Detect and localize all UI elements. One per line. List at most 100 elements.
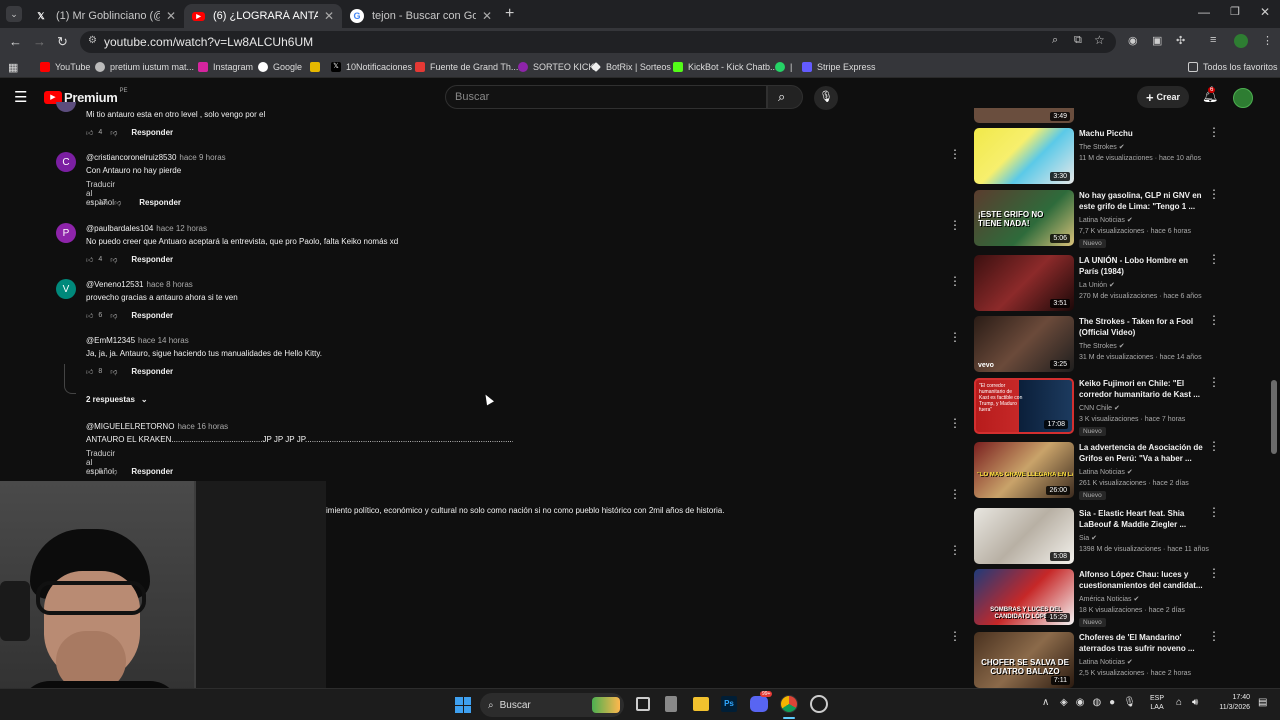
close-window-icon[interactable]: ✕ [1260,5,1270,19]
replies-toggle[interactable]: 2 respuestas ⌄ [86,395,148,404]
video-thumbnail[interactable]: 5:08 [974,508,1074,564]
recommendation-item[interactable]: 5:08 Sia - Elastic Heart feat. Shia LaBe… [974,506,1220,566]
recommendation-partial[interactable]: 3:49 [974,108,1074,123]
comment-author[interactable]: @Veneno12531 hace 8 horas [86,280,193,289]
extension-icon[interactable]: ▣ [1152,34,1162,47]
recommendation-item[interactable]: vevo 3:25 The Strokes - Taken for a Fool… [974,314,1220,374]
comment-author[interactable]: @paulbardales104 hace 12 horas [86,224,207,233]
video-thumbnail[interactable]: vevo 3:25 [974,316,1074,372]
chrome-icon[interactable] [780,695,798,713]
recommendation-item[interactable]: ¡ESTE GRIFO NO TIENE NADA! 5:06 No hay g… [974,188,1220,248]
microphone-icon[interactable]: 🎙︎ [1123,697,1136,711]
reply-button[interactable]: Responder [131,255,173,264]
bookmark-botrix[interactable]: BotRix | Sorteos [591,60,671,74]
recommendation-item[interactable]: 3:30 Machu Picchu The Strokes ✔︎ 11 M de… [974,126,1220,186]
volume-icon[interactable]: 🔊︎ [1192,697,1198,708]
dislike-icon[interactable]: 👎︎ [110,255,117,264]
address-bar[interactable]: ⚙ youtube.com/watch?v=Lw8ALCUh6UM ⌕ ⧉ ☆ [80,31,1116,53]
reply-button[interactable]: Responder [131,467,173,476]
file-explorer-icon[interactable] [693,697,709,711]
app-icon[interactable] [665,696,677,712]
channel-name[interactable]: CNN Chile ✔︎ [1079,404,1120,412]
tray-chevron-icon[interactable]: ∧ [1042,697,1049,708]
start-windows-icon[interactable] [455,697,471,713]
voice-search-icon[interactable]: 🎙︎ [814,86,838,110]
comment-menu-icon[interactable]: ⋮ [949,275,961,287]
channel-name[interactable]: Sia ✔︎ [1079,534,1097,542]
video-thumbnail[interactable]: SOMBRAS Y LUCES DEL CANDIDATO LÓPEZ C 15… [974,569,1074,625]
account-avatar[interactable] [1233,88,1253,108]
avatar[interactable]: V [56,279,76,299]
search-button[interactable]: ⌕ [767,85,803,109]
apps-grid-icon[interactable]: ▦ [8,60,18,74]
video-thumbnail[interactable]: ¡ESTE GRIFO NO TIENE NADA! 5:06 [974,190,1074,246]
back-icon[interactable]: ← [9,34,22,49]
recommendation-item[interactable]: "LO MAS GRAVE LLEGARA EN LAS PRÓXIMAS SE… [974,440,1220,500]
app-icon[interactable] [810,695,828,713]
like-icon[interactable]: 👍︎ [86,311,93,320]
tray-app-icon[interactable]: ◈ [1060,697,1068,711]
search-input[interactable]: Buscar [445,85,767,109]
language-indicator[interactable]: ESP LAA [1150,694,1164,712]
channel-name[interactable]: Latina Noticias ✔︎ [1079,468,1133,476]
recommendation-item[interactable]: CHOFER SE SALVA DE CUATRO BALAZO 7:11 Ch… [974,630,1220,690]
notification-center-icon[interactable]: ▤ [1258,697,1267,708]
close-tab-icon[interactable]: ✕ [482,9,492,23]
bookmark-google[interactable]: Google [258,60,302,74]
site-info-icon[interactable]: ⚙ [88,35,97,46]
page-scrollbar[interactable] [1271,380,1277,454]
new-tab-button[interactable]: + [505,5,514,23]
video-menu-icon[interactable]: ⋮ [1208,188,1220,200]
profile-avatar[interactable] [1234,34,1248,48]
reply-button[interactable]: Responder [131,311,173,320]
clock[interactable]: 17:40 11/3/2026 [1212,693,1250,713]
video-title[interactable]: La advertencia de Asociación de Grifos e… [1079,442,1204,464]
bookmark-star-icon[interactable]: ☆ [1094,33,1105,47]
forward-icon[interactable]: → [33,34,46,49]
bookmark-grand-theft[interactable]: Fuente de Grand Th... [415,60,518,74]
video-title[interactable]: The Strokes - Taken for a Fool (Official… [1079,316,1204,338]
comment-author[interactable]: @EmM12345 hace 14 horas [86,336,189,345]
dislike-icon[interactable]: 👎︎ [110,467,117,476]
all-bookmarks[interactable]: Todos los favoritos [1188,60,1278,74]
video-title[interactable]: Choferes de 'El Mandarino' aterrados tra… [1079,632,1204,654]
tray-app-icon[interactable]: ◉ [1076,697,1085,711]
bookmark-sorteo-kick[interactable]: SORTEO KICK [518,60,594,74]
channel-name[interactable]: The Strokes ✔︎ [1079,143,1125,151]
video-title[interactable]: Sia - Elastic Heart feat. Shia LaBeouf &… [1079,508,1204,530]
tab-goblinciano[interactable]: 𝕏 (1) Mr Goblinciano (@MGoblinc ✕ [26,4,184,28]
bookmark-stripe[interactable]: Stripe Express [802,60,876,74]
reply-button[interactable]: Responder [139,198,181,207]
discord-icon[interactable] [750,696,768,712]
browser-menu-icon[interactable]: ⋮ [1262,34,1273,47]
channel-name[interactable]: The Strokes ✔︎ [1079,342,1125,350]
video-menu-icon[interactable]: ⋮ [1208,376,1220,388]
video-menu-icon[interactable]: ⋮ [1208,314,1220,326]
video-menu-icon[interactable]: ⋮ [1208,567,1220,579]
video-thumbnail[interactable]: 3:51 [974,255,1074,311]
like-icon[interactable]: 👍︎ [86,198,93,207]
video-menu-icon[interactable]: ⋮ [1208,506,1220,518]
hamburger-menu-icon[interactable]: ☰ [14,88,27,106]
dislike-icon[interactable]: 👎︎ [110,311,117,320]
video-menu-icon[interactable]: ⋮ [1208,440,1220,452]
minimize-icon[interactable]: — [1198,5,1210,19]
video-thumbnail[interactable]: 3:30 [974,128,1074,184]
restore-icon[interactable]: ❐ [1230,5,1240,18]
video-menu-icon[interactable]: ⋮ [1208,253,1220,265]
bookmark-10notificaciones[interactable]: 𝕏 10Notificaciones [331,60,412,74]
recommendation-item[interactable]: 3:51 LA UNIÓN - Lobo Hombre en París (19… [974,253,1220,313]
bookmark-pretium[interactable]: pretium iustum mat... [95,60,194,74]
video-thumbnail[interactable]: CHOFER SE SALVA DE CUATRO BALAZO 7:11 [974,632,1074,688]
comment-menu-icon[interactable]: ⋮ [949,331,961,343]
comment-menu-icon[interactable]: ⋮ [949,544,961,556]
comment-author[interactable]: @cristiancoronelruiz8530 hace 9 horas [86,153,226,162]
like-icon[interactable]: 👍︎ [86,128,93,137]
install-icon[interactable]: ⧉ [1074,34,1082,47]
bookmark-whatsapp[interactable]: | [775,60,792,74]
tray-app-icon[interactable]: ● [1109,697,1115,711]
dislike-icon[interactable]: 👎︎ [110,128,117,137]
comment-menu-icon[interactable]: ⋮ [949,488,961,500]
network-icon[interactable]: ⌂ [1176,697,1182,708]
bookmark-youtube[interactable]: YouTube [40,60,90,74]
